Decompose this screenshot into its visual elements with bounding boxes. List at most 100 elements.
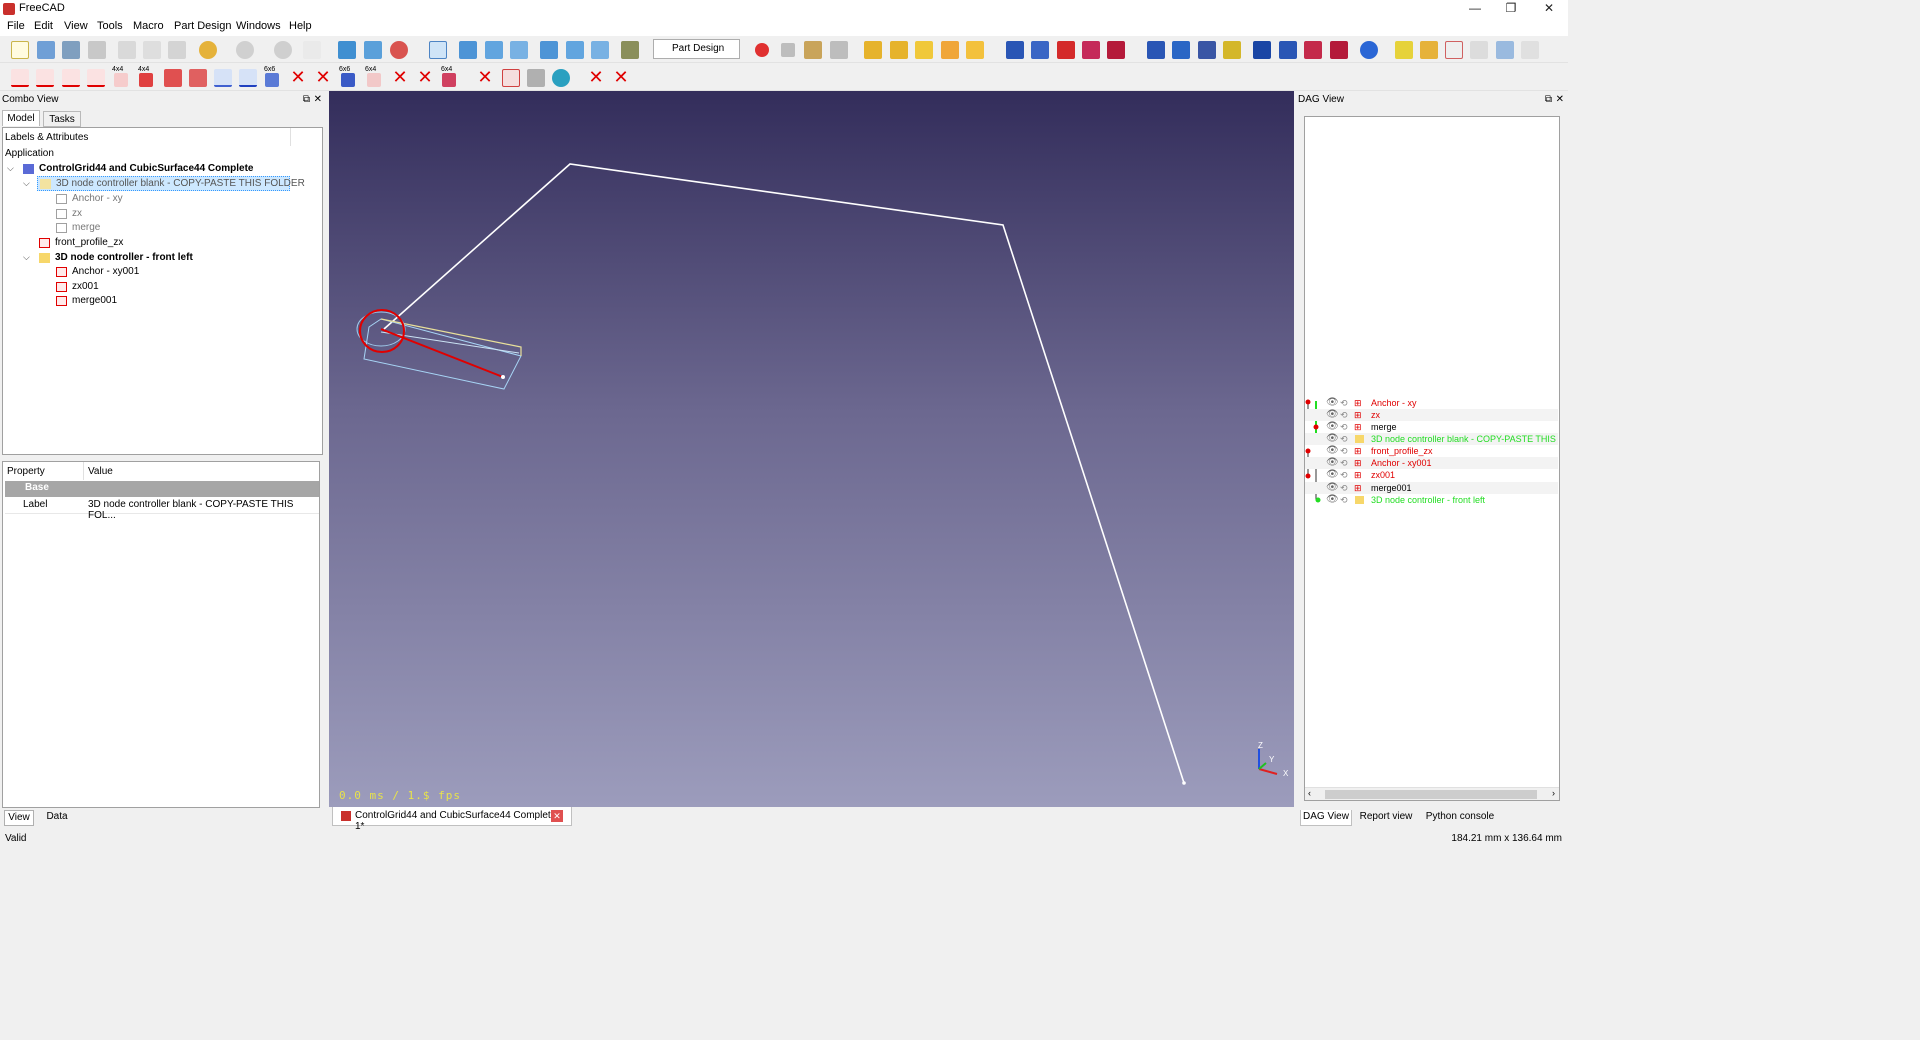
subtractive-primitive-icon[interactable] (1107, 41, 1125, 59)
control-grid-44-icon[interactable] (114, 73, 128, 87)
stop-macro-icon[interactable] (781, 43, 795, 57)
menu-help[interactable]: Help (289, 20, 312, 32)
close-panel-icon[interactable]: ✕ (314, 92, 322, 108)
surface-icon[interactable] (164, 69, 182, 87)
eye-icon[interactable]: 👁 (1326, 445, 1339, 457)
macros-icon[interactable] (804, 41, 822, 59)
tree-item[interactable]: merge (72, 221, 100, 235)
collapse-arrow-icon[interactable]: ⌵ (23, 252, 30, 263)
pad-icon[interactable] (1006, 41, 1024, 59)
tree-item[interactable]: merge001 (72, 294, 117, 308)
tab-data[interactable]: Data (40, 810, 74, 826)
dag-row[interactable]: 👁 ⟲ ⊞ front_profile_zx (1305, 445, 1558, 457)
eye-icon[interactable]: 👁 (1326, 469, 1339, 481)
eye-icon[interactable]: 👁 (1326, 482, 1339, 494)
tree-item[interactable]: zx (72, 207, 82, 221)
new-file-icon[interactable] (11, 41, 29, 59)
close-button[interactable]: ✕ (1534, 0, 1564, 18)
measure-icon[interactable] (621, 41, 639, 59)
cubic-surface-64-icon[interactable] (442, 73, 456, 87)
menu-edit[interactable]: Edit (34, 20, 53, 32)
view-bottom-icon[interactable] (566, 41, 584, 59)
tab-python-console[interactable]: Python console (1422, 810, 1498, 826)
revolution-icon[interactable] (1031, 41, 1049, 59)
close-tab-icon[interactable]: ✕ (551, 810, 563, 822)
collapse-arrow-icon[interactable]: ⌵ (23, 178, 30, 189)
blue-curve-icon-2[interactable] (239, 69, 257, 87)
rotate-icon[interactable] (552, 69, 570, 87)
polar-pattern-icon[interactable] (1198, 41, 1216, 59)
paste-icon[interactable] (168, 41, 186, 59)
tab-model[interactable]: Model (2, 110, 40, 126)
boolean-icon[interactable] (1360, 41, 1378, 59)
close-icon[interactable]: ✕ (587, 67, 605, 87)
eye-icon[interactable]: 👁 (1326, 397, 1339, 409)
addon-icon-3[interactable] (1445, 41, 1463, 59)
tab-tasks[interactable]: Tasks (43, 111, 81, 127)
collapse-arrow-icon[interactable]: ⌵ (7, 163, 14, 174)
tree-item[interactable]: 3D node controller - front left (55, 251, 193, 265)
tab-report-view[interactable]: Report view (1356, 810, 1416, 826)
addon-icon[interactable] (1395, 41, 1413, 59)
cubic-surface-66-icon[interactable] (341, 73, 355, 87)
blue-curve-icon[interactable] (214, 69, 232, 87)
cubic-surface-44-icon[interactable] (139, 73, 153, 87)
dag-row[interactable]: 👁 ⟲ 3D node controller - front left (1305, 494, 1558, 506)
redo-icon[interactable] (236, 41, 254, 59)
3d-viewport[interactable]: 0.0 ms / 1.$ fps Z Y X (329, 91, 1294, 807)
float-panel-icon[interactable]: ⧉ (303, 92, 310, 108)
menu-part-design[interactable]: Part Design (174, 20, 231, 32)
dag-horizontal-scrollbar[interactable]: ‹ › (1305, 787, 1559, 800)
close-icon[interactable]: ✕ (416, 67, 434, 87)
dag-row[interactable]: 👁 ⟲ ⊞ Anchor - xy001 (1305, 457, 1558, 469)
whats-this-icon[interactable] (303, 41, 321, 59)
close-icon[interactable]: ✕ (612, 67, 630, 87)
fillet-icon[interactable] (1253, 41, 1271, 59)
undo-icon[interactable] (199, 41, 217, 59)
dag-row[interactable]: 👁 ⟲ ⊞ merge001 (1305, 482, 1558, 494)
close-icon[interactable]: ✕ (289, 67, 307, 87)
tool-icon[interactable] (527, 69, 545, 87)
view-top-icon[interactable] (485, 41, 503, 59)
mirrored-icon[interactable] (1147, 41, 1165, 59)
zigzag-curve-icon[interactable] (36, 69, 54, 87)
scroll-right-icon[interactable]: › (1552, 788, 1555, 798)
close-icon[interactable]: ✕ (476, 67, 494, 87)
view-isometric-icon[interactable] (429, 41, 447, 59)
eye-icon[interactable]: 👁 (1326, 409, 1339, 421)
restore-button[interactable]: ❐ (1496, 0, 1526, 18)
tree-item[interactable]: Anchor - xy (72, 192, 123, 206)
scroll-left-icon[interactable]: ‹ (1308, 788, 1311, 798)
copy-icon[interactable] (143, 41, 161, 59)
control-grid-66-icon[interactable] (265, 73, 279, 87)
view-left-icon[interactable] (591, 41, 609, 59)
close-icon[interactable]: ✕ (314, 67, 332, 87)
groove-icon[interactable] (1082, 41, 1100, 59)
view-rear-icon[interactable] (540, 41, 558, 59)
control-grid-64-icon[interactable] (367, 73, 381, 87)
tree-item[interactable]: Anchor - xy001 (72, 265, 139, 279)
line-curve-icon[interactable] (11, 69, 29, 87)
eye-icon[interactable]: 👁 (1326, 457, 1339, 469)
save-icon[interactable] (62, 41, 80, 59)
create-sketch-icon[interactable] (890, 41, 908, 59)
dag-row[interactable]: 👁 ⟲ ⊞ zx001 (1305, 469, 1558, 481)
property-value[interactable]: 3D node controller blank - COPY-PASTE TH… (88, 499, 319, 521)
dag-row[interactable]: 👁 ⟲ 3D node controller blank - COPY-PAST… (1305, 433, 1558, 445)
dag-row[interactable]: 👁 ⟲ ⊞ Anchor - xy (1305, 397, 1558, 409)
menu-file[interactable]: File (7, 20, 25, 32)
draw-style-icon[interactable] (390, 41, 408, 59)
minimize-button[interactable]: — (1460, 0, 1490, 18)
pocket-icon[interactable] (1057, 41, 1075, 59)
shape-binder-icon[interactable] (941, 41, 959, 59)
eye-icon[interactable]: 👁 (1326, 433, 1339, 445)
datum-icon[interactable] (966, 41, 984, 59)
validate-sketch-icon[interactable] (915, 41, 933, 59)
multi-transform-icon[interactable] (1223, 41, 1241, 59)
menu-macro[interactable]: Macro (133, 20, 164, 32)
cut-icon[interactable] (118, 41, 136, 59)
surface-icon-2[interactable] (189, 69, 207, 87)
tab-dag-view[interactable]: DAG View (1300, 810, 1352, 826)
menu-tools[interactable]: Tools (97, 20, 123, 32)
close-panel-icon[interactable]: ✕ (1556, 92, 1564, 108)
